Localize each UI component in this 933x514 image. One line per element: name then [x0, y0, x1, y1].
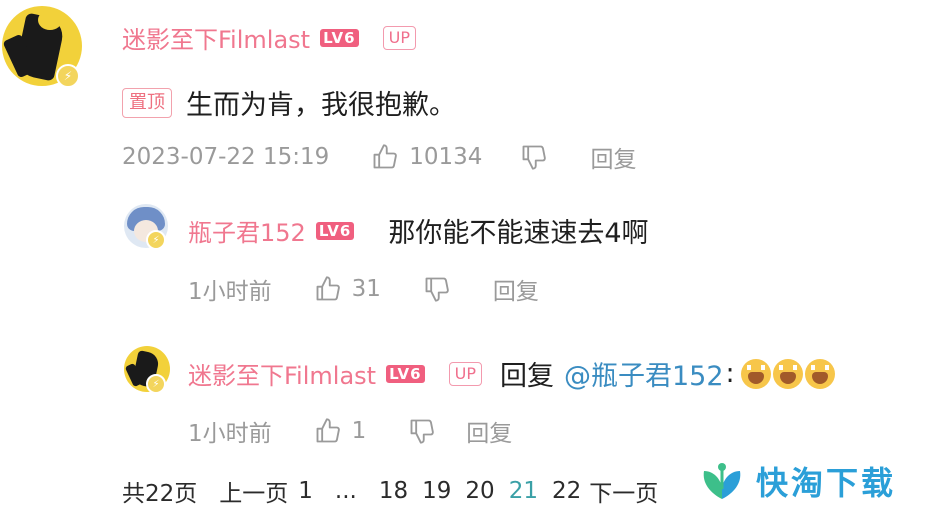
- username[interactable]: 瓶子君152: [188, 213, 306, 248]
- level-badge: LV6: [386, 364, 425, 383]
- thumbs-down-icon[interactable]: [408, 417, 436, 445]
- username[interactable]: 迷影至下Filmlast: [122, 20, 310, 55]
- colon: :: [725, 358, 735, 389]
- reply-button[interactable]: 回复: [590, 140, 636, 174]
- page-total: 共22页: [122, 481, 198, 507]
- comment-content: 那你能不能速速去4啊: [388, 218, 649, 249]
- reply-button[interactable]: 回复: [466, 414, 512, 448]
- reply-prefix: 回复: [499, 361, 554, 392]
- like-count: 1: [351, 418, 367, 444]
- crying-laugh-emoji: [772, 358, 803, 389]
- like-count: 31: [351, 276, 381, 302]
- thumbs-up-icon[interactable]: [371, 143, 399, 171]
- page-link[interactable]: 22: [552, 478, 581, 504]
- up-badge: UP: [382, 25, 416, 50]
- page-link[interactable]: 20: [465, 478, 494, 504]
- verified-badge-icon: ⚡: [146, 374, 166, 394]
- timestamp: 2023-07-22 15:19: [122, 144, 330, 170]
- watermark: 快淘下载: [696, 458, 896, 504]
- reply-2-header: 迷影至下Filmlast LV6 UP 回复 @瓶子君152 :: [188, 354, 835, 393]
- thumbs-up-icon[interactable]: [314, 417, 342, 445]
- emoji-group: [739, 358, 835, 389]
- thumbs-down-icon[interactable]: [520, 143, 548, 171]
- level-badge: LV6: [315, 221, 355, 240]
- pagination: 共22页 上一页 1 ... 18 19 20 21 22 下一页: [122, 474, 672, 508]
- reply-1-meta: 1小时前 31 回复: [188, 272, 539, 306]
- thumbs-down-icon[interactable]: [423, 275, 451, 303]
- prev-page-button[interactable]: 上一页: [219, 474, 288, 508]
- reply-2-meta: 1小时前 1 回复: [188, 414, 512, 448]
- level-badge: LV6: [320, 28, 359, 47]
- reply-1-header: 瓶子君152 LV6 那你能不能速速去4啊: [188, 211, 649, 250]
- thumbs-up-icon[interactable]: [314, 275, 342, 303]
- page-link[interactable]: 1: [298, 478, 313, 504]
- crying-laugh-emoji: [804, 358, 835, 389]
- watermark-logo-icon: [703, 463, 741, 499]
- comment-content: 生而为肯，我很抱歉。: [186, 90, 456, 121]
- main-comment-header: 迷影至下Filmlast LV6 UP: [122, 20, 416, 55]
- timestamp: 1小时前: [188, 421, 272, 447]
- watermark-text: 快淘下载: [756, 464, 897, 502]
- main-comment-meta: 2023-07-22 15:19 10134 回复: [122, 140, 636, 174]
- page-link[interactable]: 18: [379, 478, 408, 504]
- crying-laugh-emoji: [740, 358, 771, 389]
- mention-link[interactable]: @瓶子君152: [564, 354, 724, 393]
- timestamp: 1小时前: [188, 279, 272, 305]
- reply-button[interactable]: 回复: [493, 272, 539, 306]
- verified-badge-icon: ⚡: [56, 64, 80, 88]
- page-link[interactable]: 19: [422, 478, 451, 504]
- pin-tag: 置顶: [122, 87, 172, 118]
- username[interactable]: 迷影至下Filmlast: [188, 356, 376, 391]
- like-count: 10134: [409, 144, 483, 170]
- page-link-active[interactable]: 21: [509, 478, 538, 504]
- up-badge: UP: [448, 361, 482, 386]
- page-ellipsis: ...: [334, 478, 357, 504]
- verified-badge-icon: ⚡: [146, 230, 166, 250]
- main-comment-body: 置顶 生而为肯，我很抱歉。: [122, 83, 456, 122]
- next-page-button[interactable]: 下一页: [589, 474, 658, 508]
